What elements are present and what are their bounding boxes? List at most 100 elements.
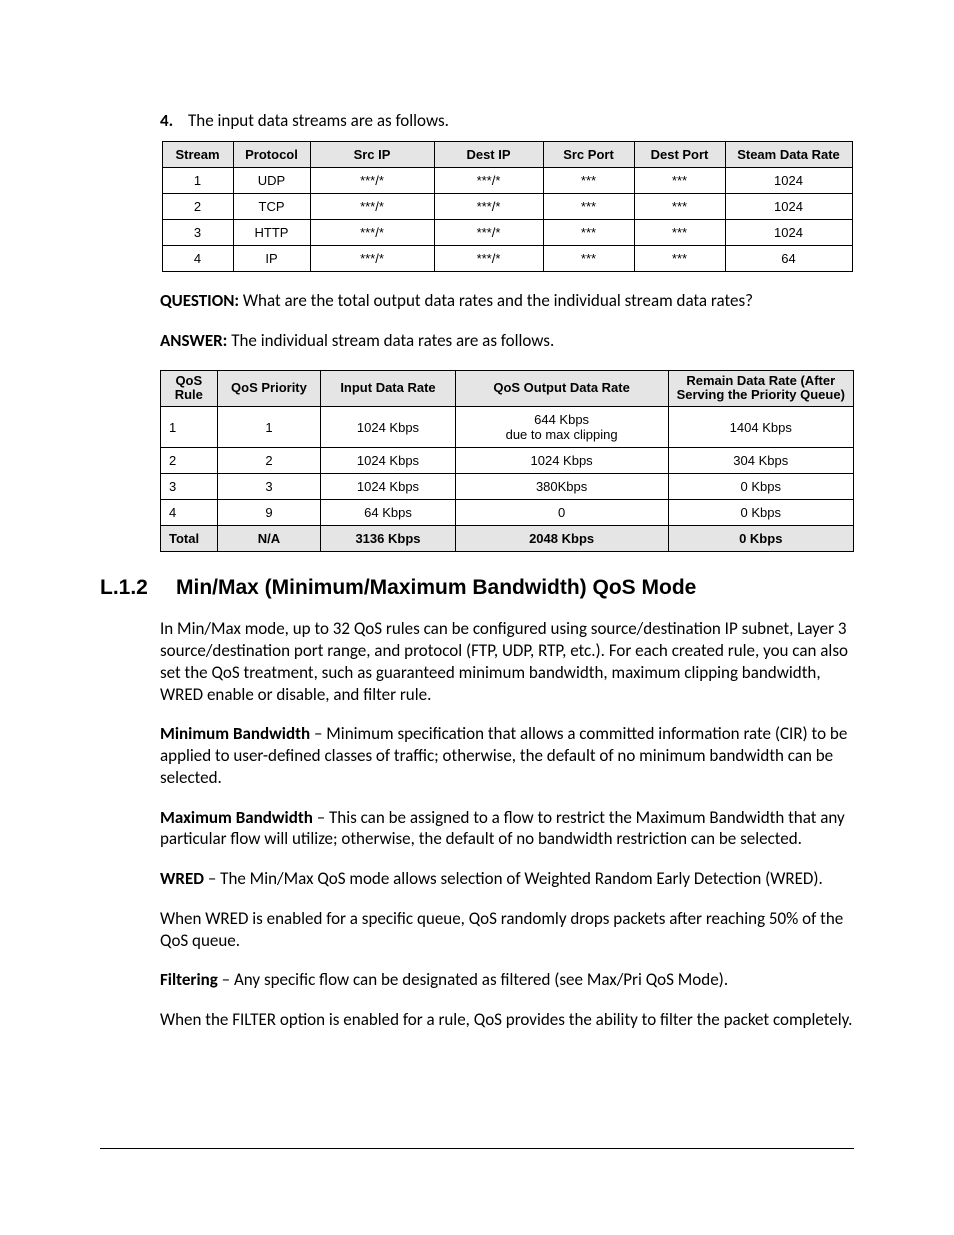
cell: ***: [543, 168, 634, 194]
cell: 0 Kbps: [668, 500, 854, 526]
table-header-row: Stream Protocol Src IP Dest IP Src Port …: [162, 142, 852, 168]
list-text: The input data streams are as follows.: [188, 110, 449, 131]
cell: HTTP: [233, 220, 310, 246]
cell: 1024 Kbps: [321, 474, 455, 500]
definition-label: Maximum Bandwidth: [160, 807, 313, 828]
cell: 1404 Kbps: [668, 407, 854, 448]
col-header: Dest IP: [434, 142, 543, 168]
qos-rules-table: QoS Rule QoS Priority Input Data Rate Qo…: [160, 370, 854, 553]
cell: Total: [161, 526, 218, 552]
page: 4. The input data streams are as follows…: [0, 0, 954, 1235]
cell: 0 Kbps: [668, 526, 854, 552]
cell: 64 Kbps: [321, 500, 455, 526]
cell: 380Kbps: [455, 474, 668, 500]
definition-paragraph: WRED – The Min/Max QoS mode allows selec…: [160, 868, 854, 890]
cell: 1024: [725, 194, 852, 220]
cell: ***/*: [310, 246, 434, 272]
cell: TCP: [233, 194, 310, 220]
answer-paragraph: ANSWER: The individual stream data rates…: [160, 330, 854, 352]
cell: 0 Kbps: [668, 474, 854, 500]
question-label: QUESTION:: [160, 290, 239, 311]
cell: ***: [634, 168, 725, 194]
cell: 2: [162, 194, 233, 220]
cell: 1024 Kbps: [321, 407, 455, 448]
table-row: 3 3 1024 Kbps 380Kbps 0 Kbps: [161, 474, 854, 500]
cell: ***/*: [434, 220, 543, 246]
col-header: QoS Rule: [161, 370, 218, 407]
cell: 4: [161, 500, 218, 526]
cell: ***: [543, 194, 634, 220]
col-header: Steam Data Rate: [725, 142, 852, 168]
cell: UDP: [233, 168, 310, 194]
cell: 1024: [725, 220, 852, 246]
footer-rule: [100, 1148, 854, 1149]
table-row: 3 HTTP ***/* ***/* *** *** 1024: [162, 220, 852, 246]
cell: 1024 Kbps: [321, 448, 455, 474]
cell: ***/*: [434, 246, 543, 272]
section-heading: L.1.2 Min/Max (Minimum/Maximum Bandwidth…: [100, 576, 854, 600]
section-title: Min/Max (Minimum/Maximum Bandwidth) QoS …: [176, 576, 696, 600]
answer-label: ANSWER:: [160, 330, 227, 351]
table-total-row: Total N/A 3136 Kbps 2048 Kbps 0 Kbps: [161, 526, 854, 552]
table-row: 1 1 1024 Kbps 644 Kbps due to max clippi…: [161, 407, 854, 448]
input-streams-table: Stream Protocol Src IP Dest IP Src Port …: [162, 141, 853, 272]
list-number: 4.: [160, 110, 188, 131]
cell: N/A: [217, 526, 321, 552]
definition-paragraph: Minimum Bandwidth – Minimum specificatio…: [160, 723, 854, 788]
cell: ***/*: [434, 168, 543, 194]
cell: 644 Kbps due to max clipping: [455, 407, 668, 448]
content-area: 4. The input data streams are as follows…: [160, 110, 854, 552]
cell: IP: [233, 246, 310, 272]
section-number: L.1.2: [100, 576, 176, 600]
definition-text: – Any specific flow can be designated as…: [218, 969, 728, 990]
col-header: Src IP: [310, 142, 434, 168]
table-row: 2 TCP ***/* ***/* *** *** 1024: [162, 194, 852, 220]
cell: ***: [543, 220, 634, 246]
cell: 9: [217, 500, 321, 526]
table-row: 2 2 1024 Kbps 1024 Kbps 304 Kbps: [161, 448, 854, 474]
cell: 0: [455, 500, 668, 526]
table-row: 1 UDP ***/* ***/* *** *** 1024: [162, 168, 852, 194]
col-header: Src Port: [543, 142, 634, 168]
cell: 3: [217, 474, 321, 500]
cell: 2: [217, 448, 321, 474]
cell: ***: [634, 220, 725, 246]
definition-paragraph: Maximum Bandwidth – This can be assigned…: [160, 807, 854, 851]
cell: 1: [217, 407, 321, 448]
table-header-row: QoS Rule QoS Priority Input Data Rate Qo…: [161, 370, 854, 407]
cell: 1: [161, 407, 218, 448]
section-body: In Min/Max mode, up to 32 QoS rules can …: [160, 618, 854, 1031]
col-header: QoS Output Data Rate: [455, 370, 668, 407]
col-header: Input Data Rate: [321, 370, 455, 407]
cell: 3: [161, 474, 218, 500]
cell: ***: [543, 246, 634, 272]
cell: ***: [634, 194, 725, 220]
cell: 4: [162, 246, 233, 272]
table-row: 4 IP ***/* ***/* *** *** 64: [162, 246, 852, 272]
table-row: 4 9 64 Kbps 0 0 Kbps: [161, 500, 854, 526]
cell: ***/*: [310, 194, 434, 220]
col-header: Stream: [162, 142, 233, 168]
cell: 1: [162, 168, 233, 194]
definition-label: WRED: [160, 868, 204, 889]
cell: ***: [634, 246, 725, 272]
cell: 1024 Kbps: [455, 448, 668, 474]
col-header: QoS Priority: [217, 370, 321, 407]
cell: 3: [162, 220, 233, 246]
paragraph: When the FILTER option is enabled for a …: [160, 1009, 854, 1031]
definition-paragraph: Filtering – Any specific flow can be des…: [160, 969, 854, 991]
definition-label: Minimum Bandwidth: [160, 723, 310, 744]
question-text: What are the total output data rates and…: [239, 290, 753, 311]
paragraph: In Min/Max mode, up to 32 QoS rules can …: [160, 618, 854, 705]
cell: 2: [161, 448, 218, 474]
cell: 1024: [725, 168, 852, 194]
numbered-list-item: 4. The input data streams are as follows…: [160, 110, 854, 131]
cell: 64: [725, 246, 852, 272]
paragraph: When WRED is enabled for a specific queu…: [160, 908, 854, 952]
col-header: Dest Port: [634, 142, 725, 168]
cell: ***/*: [310, 220, 434, 246]
question-paragraph: QUESTION: What are the total output data…: [160, 290, 854, 312]
col-header: Protocol: [233, 142, 310, 168]
col-header: Remain Data Rate (After Serving the Prio…: [668, 370, 854, 407]
definition-text: – The Min/Max QoS mode allows selection …: [204, 868, 823, 889]
